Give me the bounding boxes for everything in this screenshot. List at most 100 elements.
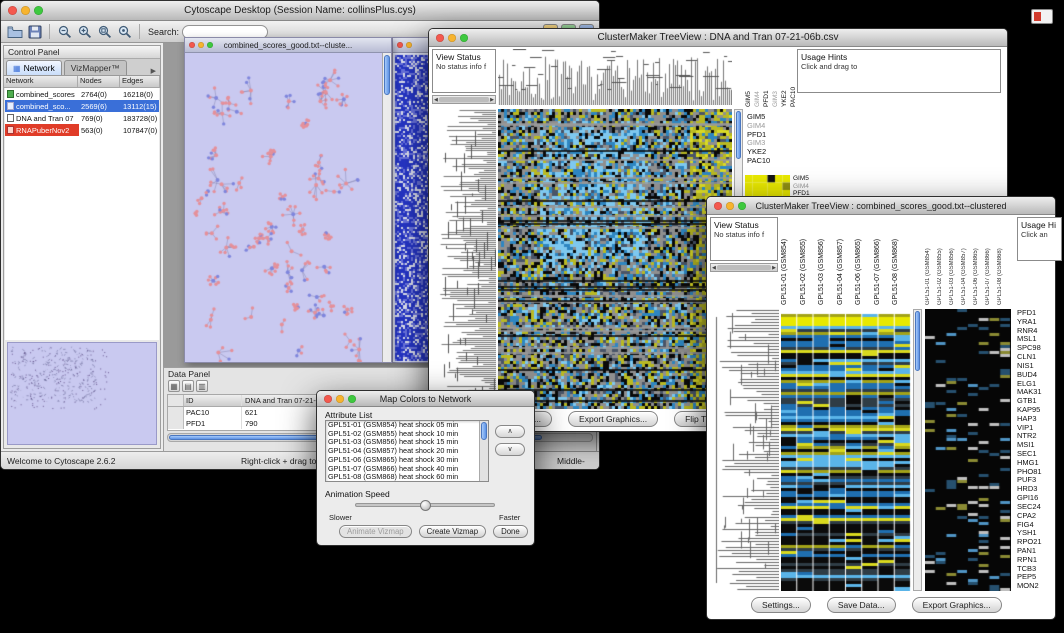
maximize-button[interactable] [207,42,213,48]
summary-heatmap-canvas[interactable] [925,309,1011,591]
zoom-selected-icon[interactable] [116,23,133,40]
treeview-combined-button-1[interactable]: Save Data... [827,597,896,613]
left-arrow-icon[interactable]: ◀ [712,265,716,271]
map-colors-button-2[interactable]: Done [493,525,528,538]
scrollbar-thumb[interactable] [384,55,390,95]
network-frame-title: combined_scores_good.txt--cluste... [224,41,353,50]
maximize-button[interactable] [348,395,356,403]
move-down-button[interactable]: ∨ [495,443,525,456]
treeview-combined-button-2[interactable]: Export Graphics... [912,597,1002,613]
network-nodes-cell: 2569(6) [79,100,121,112]
column-header-id[interactable]: ID [184,395,242,406]
column-gene-label: GIM3 [772,49,781,107]
minimize-button[interactable] [198,42,204,48]
network-frame-titlebar[interactable]: combined_scores_good.txt--cluste... [185,38,391,53]
animation-speed-slider[interactable] [355,503,495,507]
save-icon[interactable] [26,23,43,40]
treeview-dna-titlebar[interactable]: ClusterMaker TreeView : DNA and Tran 07-… [429,29,1007,47]
faster-label: Faster [499,513,520,522]
list-vertical-scrollbar[interactable] [479,421,488,481]
minimize-button[interactable] [448,34,456,42]
tab-network[interactable]: ▦ Network [6,60,62,75]
maximize-button[interactable] [460,34,468,42]
treeview-dna-button-1[interactable]: Export Graphics... [568,411,658,427]
gene-label[interactable]: PAC10 [747,157,791,166]
network-overview-canvas[interactable] [8,343,156,444]
network-graph-canvas[interactable] [185,53,382,362]
move-up-button[interactable]: ∧ [495,425,525,438]
attribute-list-item[interactable]: GPL51-08 (GSM868) heat shock 60 min [326,473,479,481]
column-header-network[interactable]: Network [4,76,78,87]
horizontal-scrollbar[interactable]: ◀▶ [710,263,778,272]
minimize-button[interactable] [336,395,344,403]
window-controls [436,34,468,42]
scrollbar-thumb[interactable] [717,265,771,270]
network-file-icon [7,90,14,98]
zoom-out-icon[interactable] [56,23,73,40]
right-arrow-icon[interactable]: ▶ [490,97,494,103]
network-list-row[interactable]: DNA and Tran 07769(0)183728(0) [5,112,159,124]
zoom-fit-icon[interactable] [96,23,113,40]
horizontal-scrollbar[interactable]: ◀▶ [432,95,496,104]
network-name-cell: RNAPuberNov2 [5,124,79,136]
network-list-row[interactable]: combined_sco...2569(6)13112(15) [5,100,159,112]
close-button[interactable] [436,34,444,42]
scrollbar-thumb[interactable] [736,111,741,159]
status-message: Welcome to Cytoscape 2.6.2 [7,456,116,466]
tab-vizmapper[interactable]: VizMapper™ [64,60,127,75]
tab-overflow-arrow[interactable]: ▶ [149,67,158,75]
maximize-button[interactable] [738,202,746,210]
cytoscape-titlebar[interactable]: Cytoscape Desktop (Session Name: collins… [1,1,599,21]
animation-speed-label: Animation Speed [325,489,390,499]
network-list-row[interactable]: RNAPuberNov2563(0)107847(0) [5,124,159,136]
treeview-combined-button-0[interactable]: Settings... [751,597,811,613]
left-arrow-icon[interactable]: ◀ [434,97,438,103]
map-colors-button-1[interactable]: Create Vizmap [419,525,486,538]
right-arrow-icon[interactable]: ▶ [772,265,776,271]
close-button[interactable] [324,395,332,403]
network-nodes-cell: 563(0) [79,124,121,136]
matrix-gene-label: GIM4 [793,183,833,191]
minimize-button[interactable] [21,6,30,15]
attribute-listbox: GPL51-01 (GSM854) heat shock 05 minGPL51… [325,420,489,482]
pan-hint: Middle- [557,456,597,466]
network-list-row[interactable]: combined_scores2764(0)16218(0) [5,88,159,100]
close-button[interactable] [8,6,17,15]
scrollbar-thumb[interactable] [915,311,920,371]
maximize-button[interactable] [34,6,43,15]
condition-label-small: GPL51-02 (GSM855) [937,217,949,305]
close-button[interactable] [189,42,195,48]
column-dendrogram-canvas[interactable] [498,49,732,105]
scrollbar-thumb[interactable] [439,97,489,102]
network-vertical-scrollbar[interactable] [382,53,391,362]
row-dendrogram-canvas[interactable] [710,309,779,591]
network-overview-panel[interactable] [7,342,157,445]
map-colors-titlebar[interactable]: Map Colors to Network [317,391,534,407]
heatmap-vertical-scrollbar[interactable] [913,309,922,591]
tab-vizmapper-label: VizMapper™ [71,63,120,73]
condition-labels: GPL51-01 (GSM854)GPL51-02 (GSM855)GPL51-… [781,217,911,305]
zoom-in-icon[interactable] [76,23,93,40]
slider-thumb[interactable] [420,500,431,511]
heatmap-canvas[interactable] [781,309,911,591]
row-dendrogram-canvas[interactable] [432,109,496,409]
minimize-button[interactable] [406,42,412,48]
heatmap-canvas[interactable] [498,109,732,409]
desktop-file-icon[interactable] [1031,9,1053,24]
attribute-create-icon[interactable]: ▤ [182,380,194,392]
attribute-delete-icon[interactable]: ▥ [196,380,208,392]
close-button[interactable] [714,202,722,210]
column-header-edges[interactable]: Edges [120,76,160,87]
attribute-select-icon[interactable]: ▦ [168,380,180,392]
close-button[interactable] [397,42,403,48]
toolbar-separator [139,24,140,39]
minimize-button[interactable] [726,202,734,210]
treeview-combined-titlebar[interactable]: ClusterMaker TreeView : combined_scores_… [707,197,1055,215]
column-header-nodes[interactable]: Nodes [78,76,120,87]
gene-label[interactable]: MON2 [1017,582,1055,591]
open-folder-icon[interactable] [6,23,23,40]
map-colors-title: Map Colors to Network [380,394,472,404]
scrollbar-thumb[interactable] [481,422,487,440]
row-header-cell [168,395,184,406]
network-edges-cell: 13112(15) [121,100,159,112]
